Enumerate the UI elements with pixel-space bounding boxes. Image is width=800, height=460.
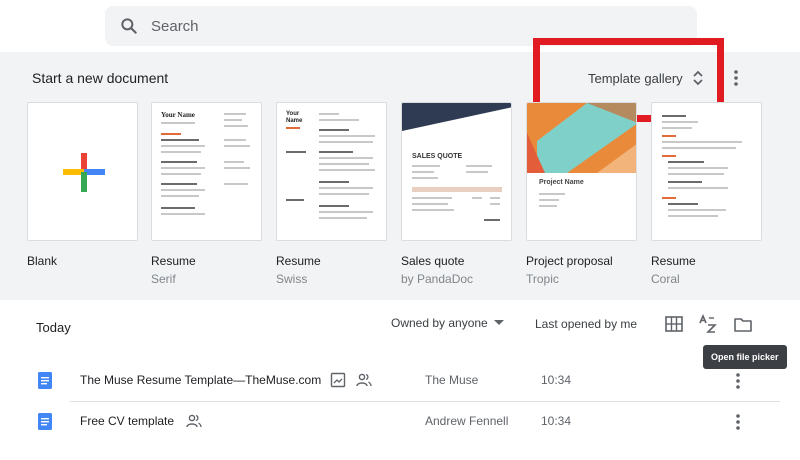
more-vert-icon — [736, 373, 740, 389]
shared-people-icon — [356, 373, 372, 387]
template-gallery-label: Template gallery — [588, 70, 683, 86]
more-vert-icon — [736, 414, 740, 430]
template-thumbnail[interactable]: Project Name — [526, 102, 637, 241]
thumb-heading: Your Name — [286, 111, 303, 124]
template-section: Start a new document Template gallery Bl… — [0, 38, 800, 300]
row-more-button[interactable] — [728, 411, 748, 433]
template-more-button[interactable] — [724, 64, 748, 92]
document-row[interactable]: Free CV template Andrew Fennell 10:34 — [0, 401, 800, 441]
template-name: Resume — [651, 254, 696, 268]
template-thumbnail[interactable]: Your Name — [276, 102, 387, 241]
docs-file-icon — [38, 413, 52, 430]
template-sub: Coral — [651, 272, 680, 286]
template-sub: Swiss — [276, 272, 308, 286]
search-icon[interactable] — [119, 16, 139, 36]
template-gallery-button[interactable]: Template gallery — [578, 62, 715, 94]
recent-section-title: Today — [36, 320, 71, 335]
section-title: Start a new document — [32, 70, 169, 86]
template-sub: Serif — [151, 272, 176, 286]
proposal-cover-art — [527, 103, 636, 173]
sort-dropdown[interactable]: Last opened by me — [535, 317, 637, 331]
template-thumbnail[interactable] — [27, 102, 138, 241]
docs-file-icon — [38, 372, 52, 389]
unfold-icon — [693, 70, 703, 86]
document-row[interactable]: The Muse Resume Template—TheMuse.com The… — [0, 360, 800, 400]
grid-view-icon — [665, 316, 683, 332]
template-sales-quote[interactable]: SALES QUOTE Sales quote by PandaDoc — [401, 102, 512, 286]
caret-down-icon — [493, 320, 504, 325]
template-thumbnail[interactable]: Your Name — [151, 102, 262, 241]
search-area — [0, 0, 800, 52]
sort-az-icon — [699, 314, 717, 333]
thumb-heading: SALES QUOTE — [412, 153, 463, 160]
template-name: Resume — [151, 254, 196, 268]
template-thumbnail[interactable] — [651, 102, 762, 241]
search-input[interactable] — [151, 6, 671, 46]
template-name: Blank — [27, 254, 58, 268]
owner-filter-label: Owned by anyone — [391, 316, 488, 330]
template-resume-coral[interactable]: Resume Coral — [651, 102, 762, 286]
thumb-heading: Your Name — [161, 111, 195, 119]
template-blank[interactable]: Blank — [27, 102, 138, 268]
thumb-heading: Project Name — [539, 179, 584, 186]
sort-az-button[interactable] — [697, 313, 719, 335]
template-resume-serif[interactable]: Your Name Resume Serif — [151, 102, 262, 286]
grid-view-button[interactable] — [663, 313, 685, 335]
plus-icon — [63, 153, 105, 192]
owner-filter-dropdown[interactable]: Owned by anyone — [391, 316, 504, 330]
document-title: Free CV template — [80, 414, 175, 428]
image-icon — [330, 372, 346, 388]
search-box[interactable] — [105, 6, 697, 46]
document-title: The Muse Resume Template—TheMuse.com — [80, 373, 322, 387]
template-name: Sales quote — [401, 254, 465, 268]
template-thumbnail[interactable]: SALES QUOTE — [401, 102, 512, 241]
document-owner: The Muse — [425, 373, 479, 387]
document-time: 10:34 — [541, 373, 572, 387]
more-vert-icon — [734, 70, 738, 86]
shared-people-icon — [186, 414, 202, 428]
template-sub: by PandaDoc — [401, 272, 474, 286]
document-time: 10:34 — [541, 414, 572, 428]
folder-icon — [734, 317, 752, 332]
template-resume-swiss[interactable]: Your Name Resume Swiss — [276, 102, 387, 286]
template-name: Project proposal — [526, 254, 613, 268]
sales-quote-banner — [402, 103, 511, 131]
document-owner: Andrew Fennell — [425, 414, 509, 428]
template-project-proposal[interactable]: Project Name Project proposal Tropic — [526, 102, 637, 286]
template-name: Resume — [276, 254, 321, 268]
row-more-button[interactable] — [728, 370, 748, 392]
open-file-picker-button[interactable] — [732, 313, 754, 335]
template-sub: Tropic — [526, 272, 559, 286]
